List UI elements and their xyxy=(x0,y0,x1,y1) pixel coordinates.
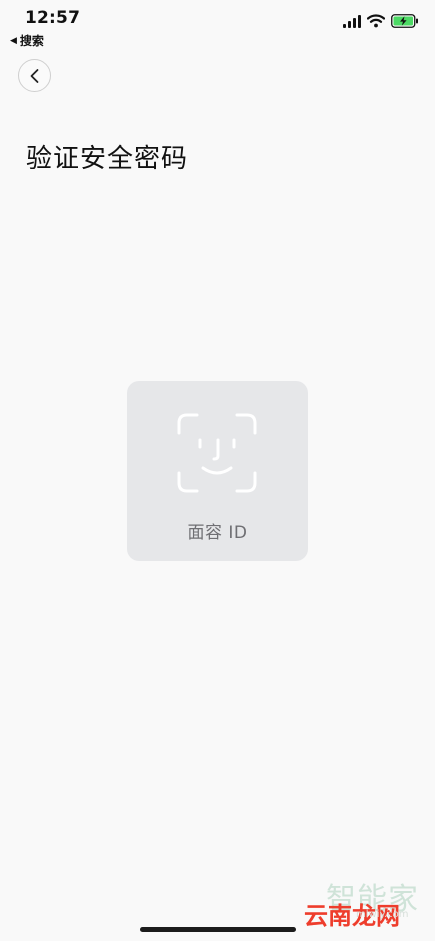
back-button[interactable] xyxy=(18,59,51,92)
status-icons xyxy=(343,14,419,28)
watermark-url: mlwiy.com xyxy=(356,909,409,920)
home-indicator[interactable] xyxy=(140,927,296,932)
chevron-left-icon xyxy=(30,68,38,83)
wifi-icon xyxy=(367,14,385,28)
faceid-prompt: 面容 ID xyxy=(127,381,308,561)
page-title: 验证安全密码 xyxy=(26,144,189,174)
status-back-label: 搜索 xyxy=(19,34,44,48)
back-triangle-icon: ◀ xyxy=(10,35,17,46)
status-time: 12:57 xyxy=(25,8,81,28)
signal-icon xyxy=(343,14,361,28)
status-back-to-app[interactable]: ◀ 搜索 xyxy=(10,32,44,49)
face-id-icon xyxy=(177,413,257,493)
faceid-label: 面容 ID xyxy=(187,523,248,543)
battery-charging-icon xyxy=(391,14,418,28)
